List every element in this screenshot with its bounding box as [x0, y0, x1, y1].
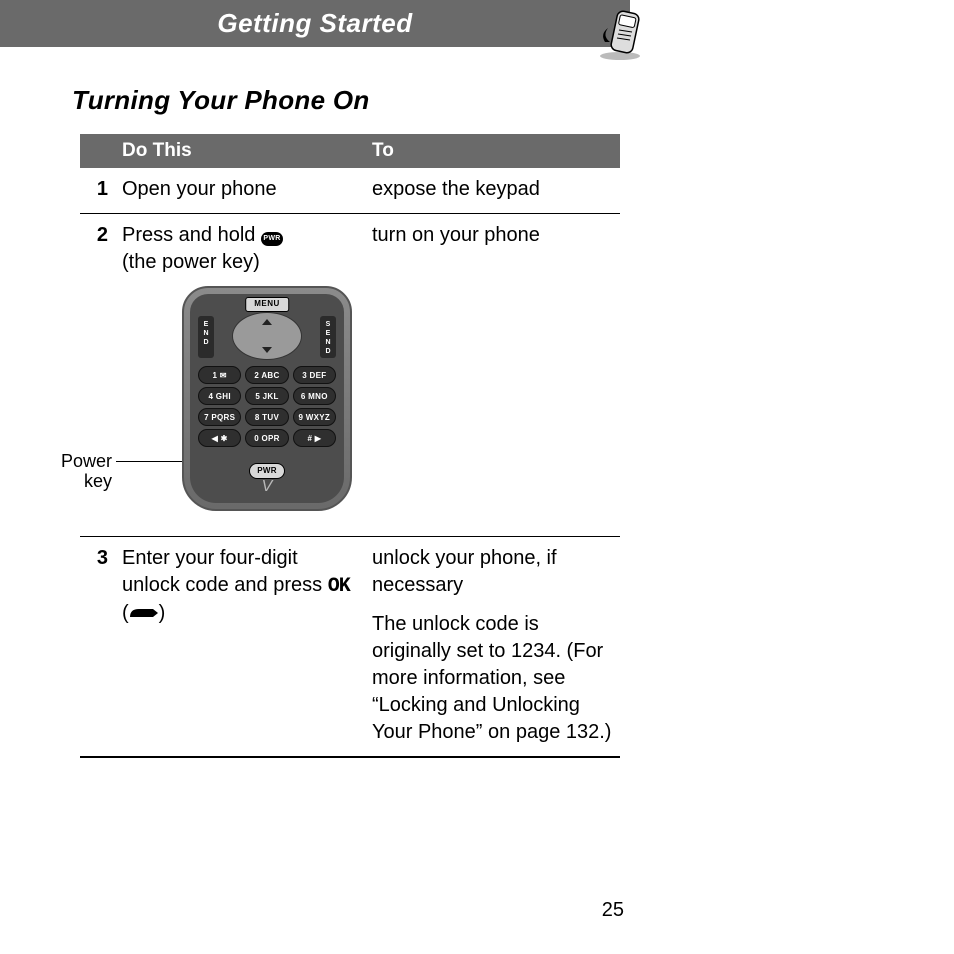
- step-to: turn on your phone: [364, 214, 620, 537]
- phone-illustration: Power key MENU END SEND 1 ✉ 2 ABC 3 DEF: [62, 286, 356, 526]
- step-do-text-post: ): [159, 602, 166, 624]
- step-to: unlock your phone, if necessary The unlo…: [364, 537, 620, 758]
- power-key-callout: Power key: [54, 452, 112, 492]
- key-2: 2 ABC: [245, 366, 288, 384]
- header-to: To: [364, 134, 620, 168]
- callout-line1: Power: [61, 451, 112, 471]
- step-do: Enter your four-digit unlock code and pr…: [114, 537, 364, 758]
- callout-leader-line: [116, 461, 186, 462]
- ok-label: OK: [328, 575, 350, 598]
- key-3: 3 DEF: [293, 366, 336, 384]
- phone-corner-icon: [590, 4, 650, 64]
- page-number: 25: [602, 899, 624, 922]
- nav-pad-graphic: [232, 312, 302, 360]
- table-row: 2 Press and hold PWR(the power key) Powe…: [80, 214, 620, 537]
- keypad-graphic: 1 ✉ 2 ABC 3 DEF 4 GHI 5 JKL 6 MNO 7 PQRS…: [198, 366, 336, 447]
- key-1: 1 ✉: [198, 366, 241, 384]
- pwr-key-icon: PWR: [261, 232, 283, 246]
- key-9: 9 WXYZ: [293, 408, 336, 426]
- steps-table: Do This To 1 Open your phone expose the …: [80, 134, 620, 758]
- key-6: 6 MNO: [293, 387, 336, 405]
- send-key-graphic: SEND: [320, 316, 336, 358]
- step-number: 3: [80, 537, 114, 758]
- table-header-row: Do This To: [80, 134, 620, 168]
- callout-line2: key: [84, 471, 112, 491]
- step-do: Open your phone: [114, 168, 364, 214]
- step-do-text-pre: Press and hold: [122, 224, 261, 246]
- key-4: 4 GHI: [198, 387, 241, 405]
- header-do-this: Do This: [114, 134, 364, 168]
- table-row: 1 Open your phone expose the keypad: [80, 168, 620, 214]
- step-to-detail: The unlock code is originally set to 123…: [372, 611, 612, 746]
- step-do: Press and hold PWR(the power key) Power …: [114, 214, 364, 537]
- menu-button-graphic: MENU: [245, 297, 289, 312]
- key-hash: # ▶: [293, 429, 336, 447]
- step-to: expose the keypad: [364, 168, 620, 214]
- header-title: Getting Started: [217, 8, 412, 38]
- step-do-text-pre: Enter your four-digit unlock code and pr…: [122, 547, 328, 596]
- softkey-icon: [129, 600, 159, 627]
- step-number: 1: [80, 168, 114, 214]
- key-8: 8 TUV: [245, 408, 288, 426]
- step-to-main: unlock your phone, if necessary: [372, 545, 612, 599]
- phone-body: MENU END SEND 1 ✉ 2 ABC 3 DEF 4 GHI 5 JK…: [182, 286, 352, 511]
- section-title: Turning Your Phone On: [72, 85, 954, 116]
- key-5: 5 JKL: [245, 387, 288, 405]
- key-star: ◀ ✱: [198, 429, 241, 447]
- end-key-graphic: END: [198, 316, 214, 358]
- step-do-text-post: (the power key): [122, 251, 260, 273]
- table-row: 3 Enter your four-digit unlock code and …: [80, 537, 620, 758]
- header-bar: Getting Started: [0, 0, 630, 47]
- key-0: 0 OPR: [245, 429, 288, 447]
- phone-brand-mark: V: [190, 476, 344, 498]
- key-7: 7 PQRS: [198, 408, 241, 426]
